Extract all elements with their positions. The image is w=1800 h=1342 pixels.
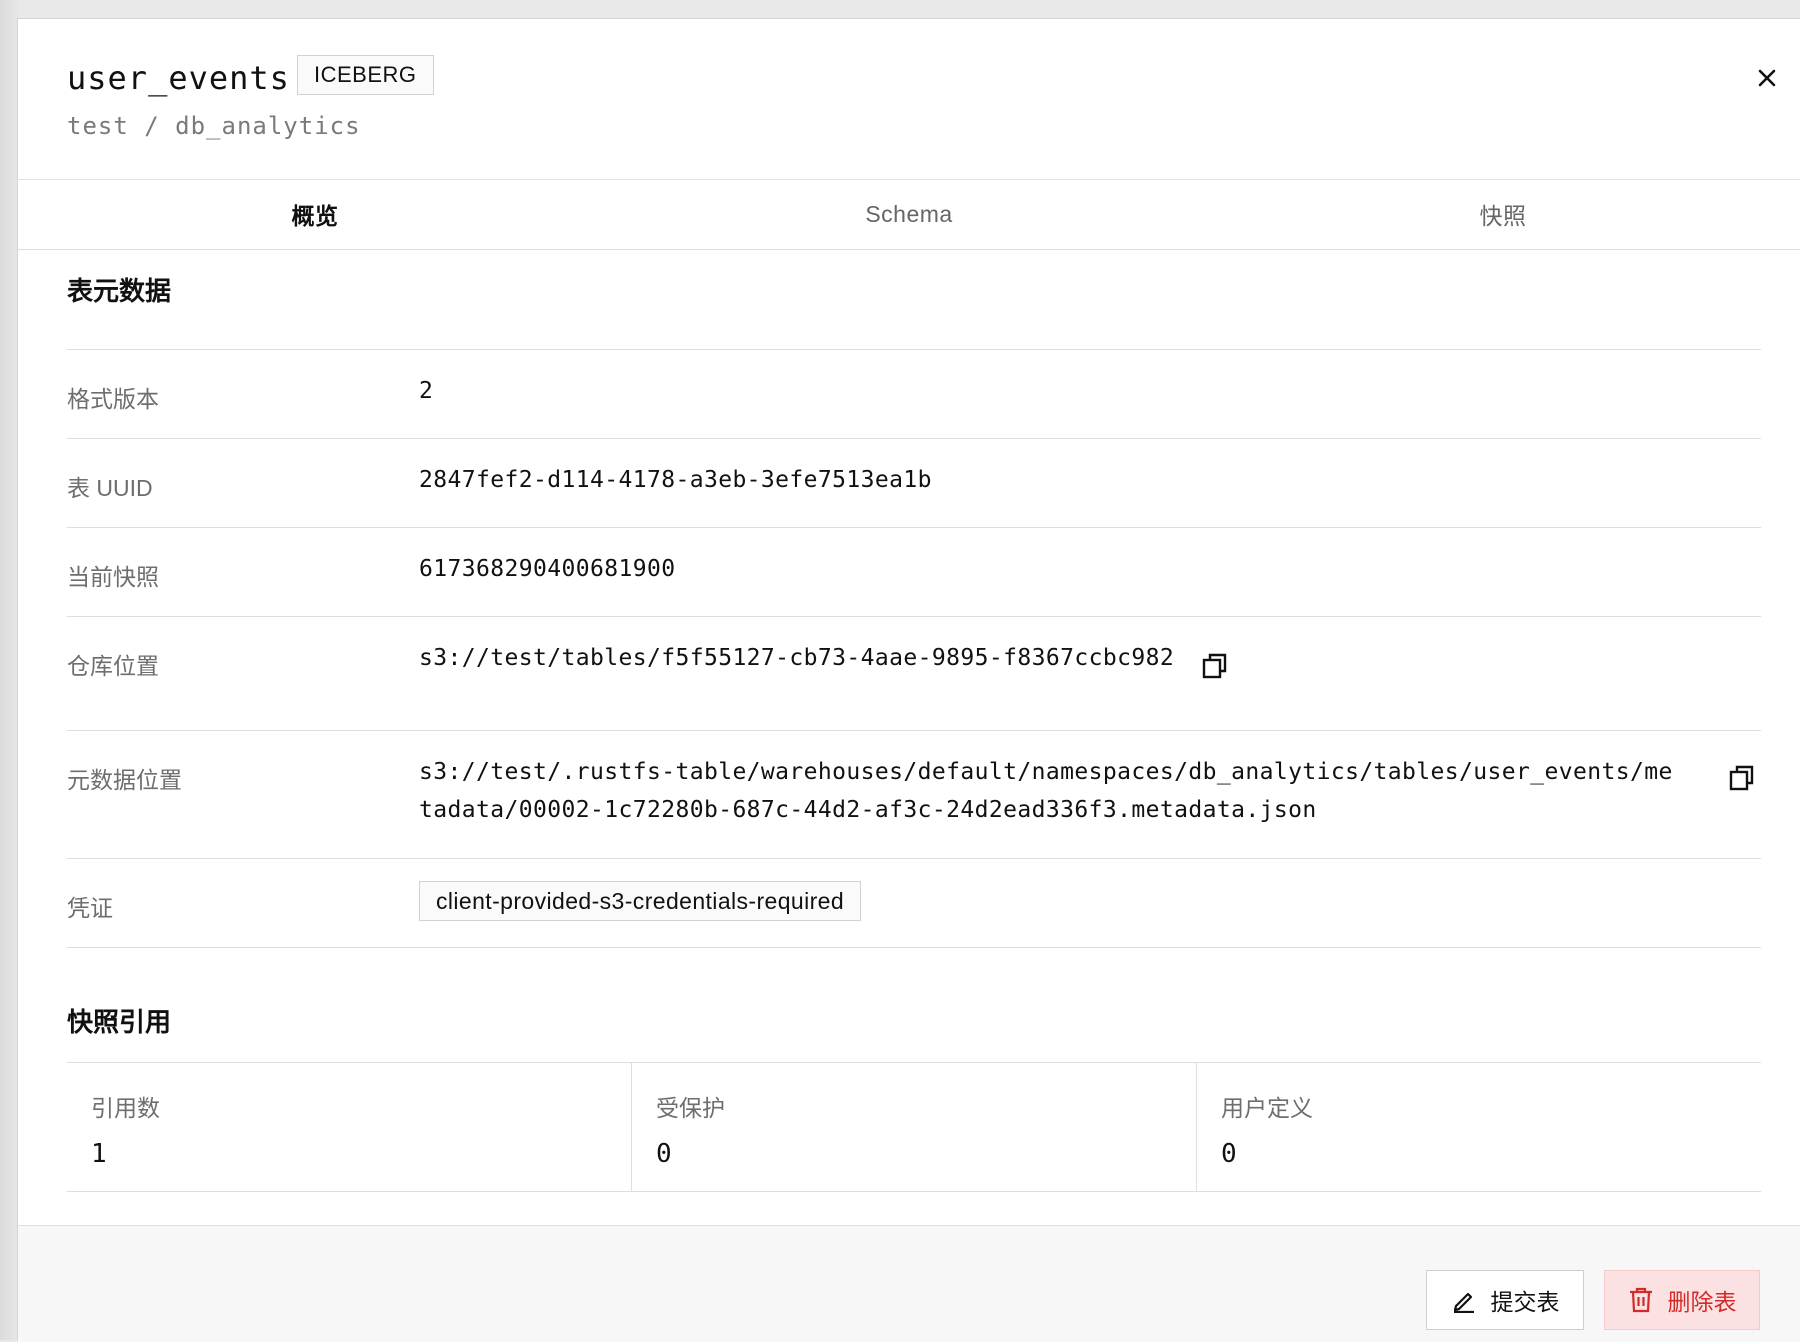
metadata-label: 表 UUID (67, 475, 153, 501)
metadata-section-title: 表元数据 (67, 276, 172, 306)
metadata-row-current-snapshot: 当前快照 617368290400681900 (67, 527, 1761, 616)
tab-schema[interactable]: Schema (612, 179, 1206, 249)
stat-label: 受保护 (656, 1095, 725, 1121)
metadata-location-line: tadata/00002-1c72280b-687c-44d2-af3c-24d… (419, 797, 1317, 823)
metadata-row-warehouse-location: 仓库位置 s3://test/tables/f5f55127-cb73-4aae… (67, 616, 1761, 730)
snapshot-refs-section-title: 快照引用 (67, 1007, 172, 1037)
metadata-value-cell: 617368290400681900 (419, 528, 1761, 616)
stat-label: 引用数 (91, 1095, 160, 1121)
metadata-label: 当前快照 (67, 564, 159, 590)
format-badge: ICEBERG (297, 55, 434, 95)
tab-snapshots[interactable]: 快照 (1206, 179, 1800, 249)
stat-protected: 受保护 0 (632, 1063, 1197, 1191)
commit-table-label: 提交表 (1490, 1289, 1560, 1315)
stat-value: 0 (656, 1139, 672, 1169)
close-icon (1758, 69, 1776, 87)
stat-value: 0 (1221, 1139, 1237, 1169)
table-detail-drawer: user_events ICEBERG test / db_analytics … (17, 18, 1800, 1342)
metadata-label: 格式版本 (67, 386, 159, 412)
trash-icon (1629, 1287, 1652, 1313)
delete-table-button[interactable]: 删除表 (1604, 1270, 1760, 1330)
stat-value: 1 (91, 1139, 107, 1169)
tab-bar: 概览 Schema 快照 (18, 179, 1800, 250)
metadata-value-cell: s3://test/.rustfs-table/warehouses/defau… (419, 731, 1761, 858)
warehouse-location-value: s3://test/tables/f5f55127-cb73-4aae-9895… (419, 645, 1175, 671)
metadata-row-credentials: 凭证 client-provided-s3-credentials-requir… (67, 858, 1761, 948)
metadata-value-cell: s3://test/tables/f5f55127-cb73-4aae-9895… (419, 617, 1761, 730)
stat-ref-count: 引用数 1 (67, 1063, 632, 1191)
drawer-header: user_events ICEBERG test / db_analytics (18, 19, 1800, 180)
table-title: user_events (67, 59, 290, 97)
pencil-icon (1453, 1292, 1474, 1313)
copy-icon (1202, 653, 1227, 679)
delete-table-label: 删除表 (1667, 1289, 1737, 1315)
table-uuid-value: 2847fef2-d114-4178-a3eb-3efe7513ea1b (419, 467, 932, 493)
tab-overview[interactable]: 概览 (18, 179, 612, 249)
metadata-location-value: s3://test/.rustfs-table/warehouses/defau… (419, 753, 1699, 829)
metadata-row-metadata-location: 元数据位置 s3://test/.rustfs-table/warehouses… (67, 730, 1761, 858)
snapshot-refs-stats: 引用数 1 受保护 0 用户定义 0 (67, 1062, 1761, 1192)
stat-user-defined: 用户定义 0 (1197, 1063, 1761, 1191)
metadata-table: 格式版本 2 表 UUID 2847fef2-d114-4178-a3eb-3e… (67, 349, 1761, 948)
metadata-label: 仓库位置 (67, 653, 159, 679)
metadata-value-cell: 2847fef2-d114-4178-a3eb-3efe7513ea1b (419, 439, 1761, 527)
breadcrumb: test / db_analytics (67, 112, 361, 140)
current-snapshot-value: 617368290400681900 (419, 556, 676, 582)
copy-warehouse-location-button[interactable] (1200, 651, 1230, 681)
metadata-value-cell: 2 (419, 350, 1761, 438)
backdrop (0, 0, 18, 1340)
commit-table-button[interactable]: 提交表 (1426, 1270, 1584, 1330)
format-version-value: 2 (419, 378, 434, 404)
credentials-chip: client-provided-s3-credentials-required (419, 881, 862, 921)
metadata-row-table-uuid: 表 UUID 2847fef2-d114-4178-a3eb-3efe7513e… (67, 438, 1761, 527)
copy-icon (1729, 765, 1754, 791)
stat-label: 用户定义 (1221, 1095, 1313, 1121)
metadata-location-line: s3://test/.rustfs-table/warehouses/defau… (419, 759, 1673, 785)
metadata-label: 凭证 (67, 895, 113, 921)
metadata-value-cell: client-provided-s3-credentials-required (419, 859, 1761, 947)
metadata-row-format-version: 格式版本 2 (67, 349, 1761, 438)
drawer-footer: 提交表 删除表 (18, 1225, 1800, 1342)
close-button[interactable] (1750, 61, 1784, 95)
metadata-label: 元数据位置 (67, 767, 182, 793)
copy-metadata-location-button[interactable] (1727, 763, 1757, 793)
